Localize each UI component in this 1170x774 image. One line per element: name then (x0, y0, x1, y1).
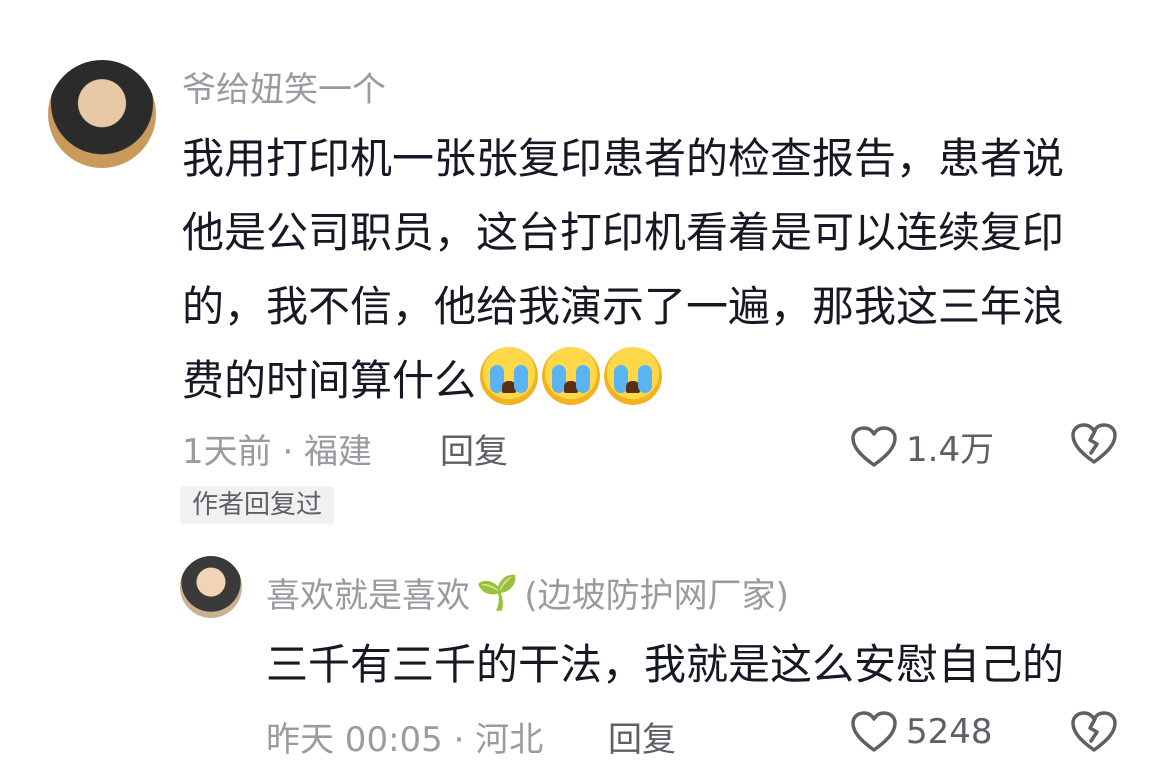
reply-reply-button[interactable]: 回复 (608, 712, 676, 761)
comment-text: 我用打印机一张张复印患者的检查报告，患者说 他是公司职员，这台打印机看着是可以连… (182, 122, 1142, 418)
comment-meta: 1天前 · 福建 (182, 432, 373, 472)
reply-username[interactable]: 喜欢就是喜欢 🌱 (边坡防护网厂家) (266, 568, 789, 617)
heart-outline-icon (851, 425, 897, 467)
comment-text-line-last: 费的时间算什么 (182, 344, 1142, 418)
crying-face-emoji-icon (542, 347, 601, 405)
dislike-button[interactable] (1070, 422, 1118, 470)
reply-like-count: 5248 (906, 712, 993, 752)
author-replied-badge: 作者回复过 (180, 486, 335, 524)
comment-username[interactable]: 爷给妞笑一个 (182, 62, 386, 111)
reply-username-text: 喜欢就是喜欢 (266, 576, 470, 616)
user-avatar[interactable] (48, 60, 156, 168)
reply-meta: 昨天 00:05 · 河北 (266, 720, 544, 760)
crying-face-emoji-icon (604, 347, 663, 405)
comment-text-line: 费的时间算什么 (182, 356, 477, 405)
seedling-icon: 🌱 (476, 572, 519, 613)
comment-text-line: 的，我不信，他给我演示了一遍，那我这三年浪 (182, 282, 1065, 331)
reply-text: 三千有三千的干法，我就是这么安慰自己的 (266, 640, 1065, 689)
reply-user-avatar[interactable] (180, 556, 242, 618)
heart-outline-icon (851, 711, 897, 752)
reply-dislike-button[interactable] (1070, 710, 1118, 758)
broken-heart-icon (1071, 711, 1117, 752)
like-button[interactable]: 1.4万 (850, 422, 994, 471)
comment-text-line: 他是公司职员，这台打印机看着是可以连续复印 (182, 208, 1065, 257)
broken-heart-icon (1071, 423, 1117, 464)
reply-button[interactable]: 回复 (440, 424, 508, 473)
crying-face-emoji-icon (480, 347, 539, 405)
reply-like-button[interactable]: 5248 (850, 710, 993, 754)
reply-username-suffix: (边坡防护网厂家) (524, 576, 789, 616)
comment-text-line: 我用打印机一张张复印患者的检查报告，患者说 (182, 134, 1065, 183)
like-count: 1.4万 (906, 430, 995, 470)
